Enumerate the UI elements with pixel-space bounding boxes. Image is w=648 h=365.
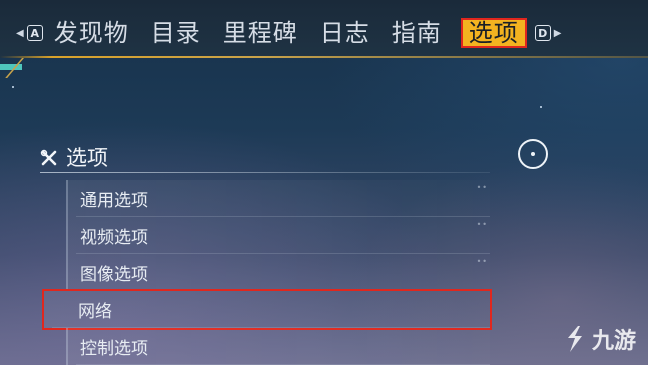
tab-catalog[interactable]: 目录	[140, 18, 212, 48]
menu-item-network[interactable]: 网络	[42, 289, 492, 330]
menu-item-control-options[interactable]: 控制选项	[66, 328, 490, 365]
caret-right-icon: ▶	[553, 27, 562, 39]
tab-log[interactable]: 日志	[309, 18, 381, 48]
tab-guide[interactable]: 指南	[381, 18, 453, 48]
menu-item-label: 通用选项	[80, 191, 148, 211]
title-divider	[40, 172, 490, 173]
watermark: 九游	[562, 323, 636, 355]
top-nav-bar: ◀ A 发现物 目录 里程碑 日志 指南 选项 D ▶	[0, 0, 648, 58]
options-panel-title: 选项	[40, 142, 108, 172]
wrench-screwdriver-icon	[40, 148, 58, 166]
tab-strip: ◀ A 发现物 目录 里程碑 日志 指南 选项 D ▶	[16, 18, 561, 48]
star-sparkle	[540, 106, 542, 108]
options-title-label: 选项	[66, 146, 108, 170]
menu-item-graphics-options[interactable]: 图像选项 ••	[66, 254, 490, 291]
menu-item-label: 图像选项	[80, 265, 148, 285]
dots-icon: ••	[476, 183, 488, 192]
key-a-badge: A	[26, 25, 43, 41]
key-d-badge: D	[534, 25, 551, 41]
header-accent-line	[0, 56, 648, 58]
menu-item-label: 视频选项	[80, 228, 148, 248]
caret-left-icon: ◀	[16, 27, 24, 39]
menu-item-label: 网络	[78, 302, 112, 322]
tab-options[interactable]: 选项	[460, 18, 527, 48]
next-tab-hint[interactable]: D ▶	[534, 25, 562, 41]
dots-icon: ••	[476, 220, 488, 229]
reticle-cursor-icon	[518, 139, 548, 169]
prev-tab-hint[interactable]: ◀ A	[16, 25, 43, 41]
menu-item-general-options[interactable]: 通用选项 ••	[66, 180, 490, 217]
menu-item-label: 控制选项	[80, 339, 148, 359]
tab-discoveries[interactable]: 发现物	[43, 18, 140, 48]
watermark-logo-icon	[567, 326, 582, 352]
options-menu: 通用选项 •• 视频选项 •• 图像选项 •• 网络 控制选项	[42, 180, 492, 365]
star-sparkle	[12, 86, 14, 88]
menu-item-video-options[interactable]: 视频选项 ••	[66, 217, 490, 254]
tab-milestones[interactable]: 里程碑	[212, 18, 309, 48]
watermark-text: 九游	[591, 329, 636, 354]
dots-icon: ••	[476, 257, 488, 266]
